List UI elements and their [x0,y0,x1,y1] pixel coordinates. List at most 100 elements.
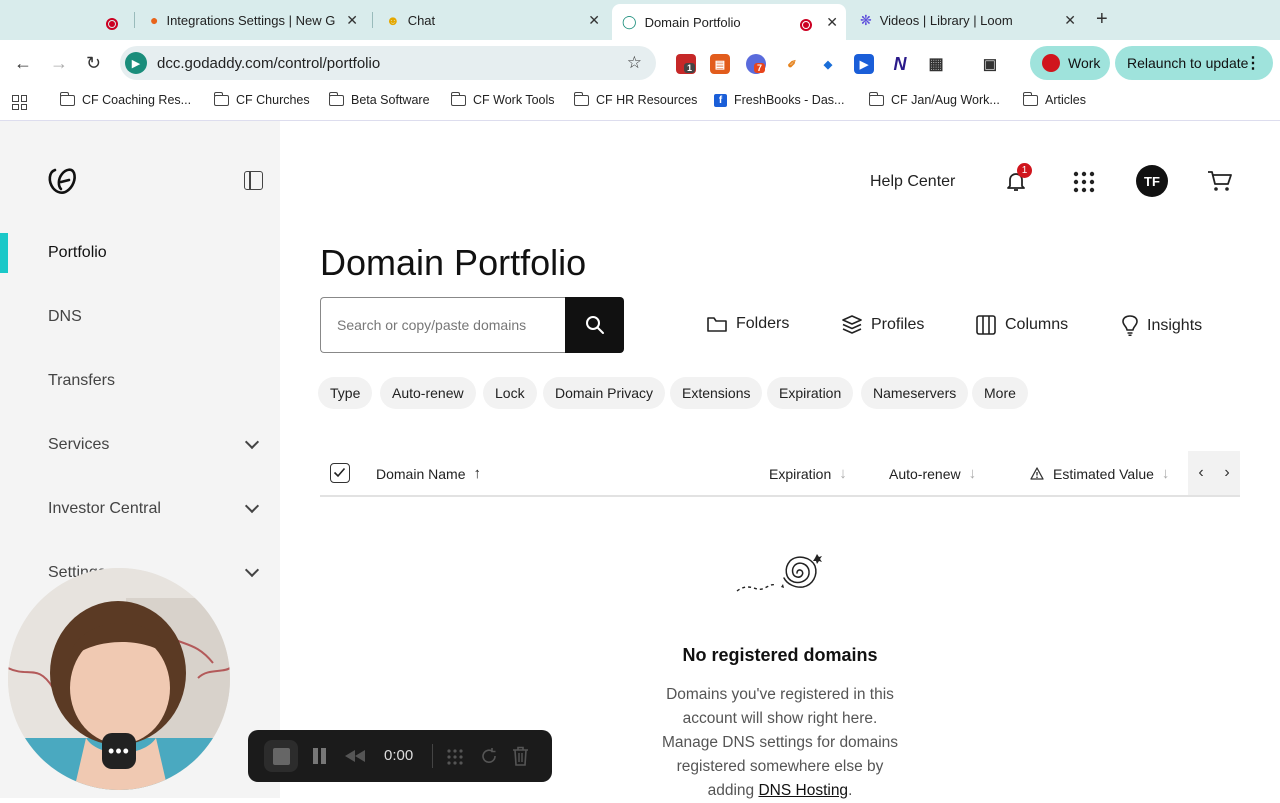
chevron-down-icon[interactable] [244,498,260,514]
address-bar[interactable]: ▶ dcc.godaddy.com/control/portfolio ☆ [120,46,656,80]
profile-button[interactable]: Work [1030,46,1110,80]
filter-domain-privacy[interactable]: Domain Privacy [543,377,666,409]
insights-label: Insights [1147,316,1203,334]
arrow-down-icon: ↓ [839,465,847,482]
forward-arrow-icon[interactable]: → [50,53,68,74]
insights-button[interactable]: Insights [1122,315,1202,336]
sidebar-item-transfers[interactable]: Transfers [48,372,115,390]
godaddy-logo-icon[interactable] [47,167,77,195]
dns-hosting-link[interactable]: DNS Hosting [758,782,848,799]
avatar[interactable]: TF [1136,165,1168,197]
restart-icon[interactable] [480,747,498,770]
bookmark-folder[interactable]: CF HR Resources [573,91,697,107]
chart-extension-icon[interactable]: ▤ [710,54,730,74]
folder-icon [707,316,727,332]
search-button[interactable] [565,297,624,353]
active-indicator [0,233,8,273]
filter-auto-renew[interactable]: Auto-renew [380,377,476,409]
search-tab-icon[interactable]: ▣ [980,54,1000,74]
close-icon[interactable]: ✕ [588,12,600,29]
filter-extensions[interactable]: Extensions [670,377,763,409]
sidebar-item-investor-central[interactable]: Investor Central [48,500,161,518]
filter-more[interactable]: More [972,377,1028,409]
filter-nameservers[interactable]: Nameservers [861,377,969,409]
stop-button[interactable] [264,740,298,772]
bookmark-label: FreshBooks - Das... [734,93,845,107]
column-expiration[interactable]: Expiration ↓ [769,465,847,482]
chevron-left-icon[interactable]: ‹ [1198,464,1203,482]
folders-label: Folders [736,315,790,332]
back-arrow-icon[interactable]: ← [14,53,32,74]
tab-domain-portfolio[interactable]: ◯ Domain Portfolio ✕ [612,4,846,40]
bookmark-folder[interactable]: Beta Software [328,91,430,107]
extension-icon[interactable]: 1 [676,54,696,74]
collapse-sidebar-icon[interactable] [244,171,263,190]
bookmark-label: CF Jan/Aug Work... [891,93,1000,107]
lightbulb-icon [1122,315,1138,336]
folder-icon [868,91,884,106]
browser-chrome: ● Integrations Settings | New G ✕ ☻ Chat… [0,0,1280,121]
rewind-icon[interactable] [344,749,366,768]
sidebar-item-portfolio[interactable]: Portfolio [48,244,107,262]
table-header: Domain Name ↑ Expiration ↓ Auto-renew ↓ … [320,451,1240,497]
tab-loom[interactable]: ❋ Videos | Library | Loom ✕ [850,6,1084,34]
tab-label: Integrations Settings | New G [166,12,336,28]
tag-extension-icon[interactable]: ◆ [818,54,838,74]
bookmark-star-icon[interactable]: ☆ [627,53,642,73]
column-label: Auto-renew [889,465,961,482]
tab-integrations[interactable]: ● Integrations Settings | New G ✕ [140,6,366,34]
bookmark-folder[interactable]: CF Jan/Aug Work... [868,91,1000,107]
sidebar-item-services[interactable]: Services [48,436,109,454]
column-domain-name[interactable]: Domain Name ↑ [376,465,481,482]
bookmark-freshbooks[interactable]: f FreshBooks - Das... [714,93,844,107]
filter-lock[interactable]: Lock [483,377,537,409]
recording-icon [800,16,812,31]
chevron-down-icon[interactable] [244,562,260,578]
bookmark-folder[interactable]: Articles [1022,91,1086,107]
profiles-button[interactable]: Profiles [842,315,924,334]
sidebar-item-dns[interactable]: DNS [48,308,82,326]
puzzle-extensions-icon[interactable]: ▦ [926,54,946,74]
tab-label: Domain Portfolio [644,14,741,30]
close-icon[interactable]: ✕ [826,14,838,31]
search-input[interactable] [320,297,566,353]
empty-state-text: Domains you've registered in this accoun… [660,683,900,803]
cart-icon[interactable] [1207,170,1233,192]
warning-triangle-icon [1030,467,1044,480]
site-info-icon[interactable]: ▶ [125,52,147,74]
reload-icon[interactable]: ↻ [86,53,101,74]
relaunch-label: Relaunch to update [1127,55,1249,71]
bookmark-folder[interactable]: CF Churches [213,91,310,107]
close-icon[interactable]: ✕ [1064,12,1076,29]
relaunch-button[interactable]: Relaunch to update ⋮ [1115,46,1273,80]
notion-n-icon[interactable]: N [890,54,910,74]
filter-type[interactable]: Type [318,377,373,409]
draw-dots-icon[interactable] [446,748,464,771]
apps-grid-icon[interactable] [12,95,27,110]
webcam-menu-button[interactable]: ••• [102,733,136,769]
play-extension-icon[interactable]: ▶ [854,54,874,74]
notification-badge: 1 [1017,163,1032,178]
new-tab-plus-icon[interactable]: + [1096,8,1108,31]
chevron-right-icon[interactable]: › [1224,464,1229,482]
select-all-checkbox[interactable] [330,463,350,483]
chevron-down-icon[interactable] [244,434,260,450]
column-auto-renew[interactable]: Auto-renew ↓ [889,465,976,482]
pause-icon[interactable] [312,747,327,770]
brush-extension-icon[interactable]: ✐ [782,54,802,74]
columns-icon [976,315,996,335]
column-estimated-value[interactable]: Estimated Value ↓ [1030,465,1169,482]
trash-icon[interactable] [512,746,529,771]
help-center-link[interactable]: Help Center [870,173,955,191]
bookmark-folder[interactable]: CF Coaching Res... [59,91,191,107]
bookmark-folder[interactable]: CF Work Tools [450,91,555,107]
apps-grid-icon[interactable] [1073,171,1095,193]
close-icon[interactable]: ✕ [346,12,358,29]
kebab-menu-icon[interactable]: ⋮ [1245,53,1261,73]
tab-chat[interactable]: ☻ Chat ✕ [376,6,608,34]
columns-button[interactable]: Columns [976,315,1068,335]
folders-button[interactable]: Folders [707,315,789,333]
tab-separator [134,12,135,28]
extension-icon[interactable]: 7 [746,54,766,74]
filter-expiration[interactable]: Expiration [767,377,854,409]
